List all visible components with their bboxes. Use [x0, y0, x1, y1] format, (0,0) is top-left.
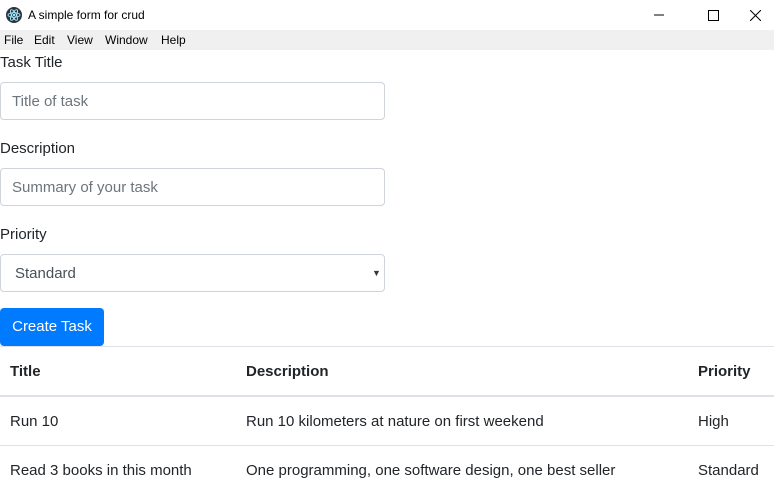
window-title: A simple form for crud [28, 8, 145, 22]
table-top-border [0, 346, 774, 347]
column-header-description: Description [246, 363, 329, 380]
priority-label: Priority [0, 226, 47, 243]
minimize-icon [654, 14, 664, 16]
electron-icon [6, 7, 22, 23]
menu-view[interactable]: View [67, 33, 93, 47]
cell-title: Run 10 [10, 413, 59, 430]
caret-down-icon: ▼ [372, 268, 381, 278]
column-header-title: Title [10, 363, 41, 380]
create-task-button[interactable]: Create Task [0, 308, 104, 346]
cell-description: One programming, one software design, on… [246, 462, 616, 479]
priority-select[interactable]: Standard ▼ [0, 254, 385, 292]
close-button[interactable] [736, 0, 774, 30]
menu-file[interactable]: File [4, 33, 23, 47]
table-header-border [0, 395, 774, 397]
priority-select-value: Standard [15, 265, 76, 282]
close-icon [749, 9, 761, 21]
description-label: Description [0, 140, 76, 157]
minimize-button[interactable] [636, 0, 682, 30]
menu-window[interactable]: Window [105, 33, 148, 47]
menu-edit[interactable]: Edit [34, 33, 55, 47]
menu-bar: File Edit View Window Help [0, 30, 774, 50]
description-input[interactable] [0, 168, 385, 206]
title-bar: A simple form for crud [0, 0, 774, 30]
cell-priority: Standard [698, 462, 759, 479]
maximize-button[interactable] [690, 0, 736, 30]
column-header-priority: Priority [698, 363, 751, 380]
cell-priority: High [698, 413, 729, 430]
task-title-input[interactable] [0, 82, 385, 120]
cell-title: Read 3 books in this month [10, 462, 192, 479]
maximize-icon [707, 9, 719, 21]
cell-description: Run 10 kilometers at nature on first wee… [246, 413, 544, 430]
table-row-border [0, 445, 774, 446]
task-title-label: Task Title [0, 54, 63, 71]
menu-help[interactable]: Help [161, 33, 186, 47]
